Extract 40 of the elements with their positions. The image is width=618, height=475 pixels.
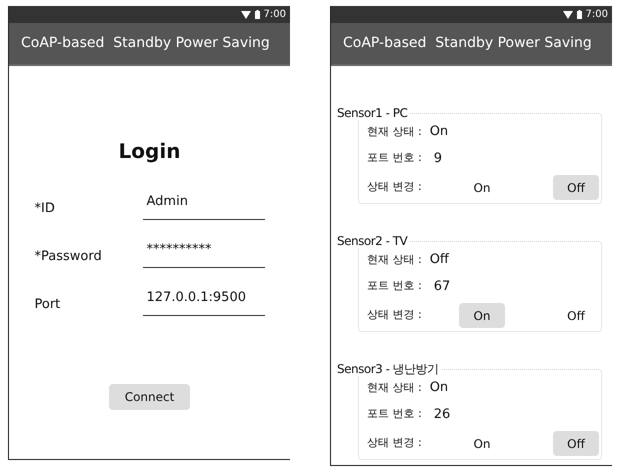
field-label: Port [34, 296, 60, 314]
state-label: 현재 상태 : [367, 252, 422, 268]
field-label: *ID [34, 200, 55, 218]
login-heading: Login [118, 138, 180, 165]
toggle-button[interactable]: On [459, 431, 505, 456]
port-value: 67 [434, 278, 450, 296]
toggle-button[interactable]: On [459, 303, 505, 328]
change-label: 상태 변경 : [367, 307, 423, 324]
port-value: 26 [434, 406, 450, 424]
state-value: On [430, 379, 448, 397]
wifi-icon [562, 10, 573, 18]
toggle-button[interactable]: Off [553, 431, 599, 456]
battery-icon [254, 10, 260, 19]
state-value: Off [430, 251, 449, 269]
state-label: 현재 상태 : [367, 380, 422, 396]
app-title: CoAP-based Standby Power Saving [21, 34, 270, 53]
input-field[interactable]: 127.0.0.1:9500 [142, 288, 264, 316]
app-title: CoAP-based Standby Power Saving [343, 34, 592, 53]
input-field[interactable]: Admin [142, 192, 264, 220]
status-time: 7:00 [586, 10, 608, 20]
toggle-button[interactable]: Off [553, 303, 599, 328]
sensor-title: Sensor2 - TV [337, 234, 410, 248]
toggle-button[interactable]: Off [553, 175, 599, 200]
field-label: *Password [34, 248, 102, 266]
port-label: 포트 번호 : [367, 150, 422, 166]
port-value: 9 [434, 150, 442, 168]
connect-button[interactable]: Connect [108, 384, 190, 410]
input-field[interactable]: ********** [142, 240, 264, 268]
port-label: 포트 번호 : [367, 406, 422, 422]
battery-icon [576, 10, 582, 19]
port-label: 포트 번호 : [367, 278, 422, 294]
change-label: 상태 변경 : [367, 435, 423, 452]
change-label: 상태 변경 : [367, 179, 423, 196]
state-value: On [430, 123, 448, 141]
status-time: 7:00 [264, 10, 286, 20]
sensor-title: Sensor1 - PC [337, 106, 410, 120]
toggle-button[interactable]: On [459, 175, 505, 200]
state-label: 현재 상태 : [367, 124, 422, 140]
sensor-title: Sensor3 - 냉난방기 [337, 362, 441, 376]
wifi-icon [240, 10, 251, 18]
